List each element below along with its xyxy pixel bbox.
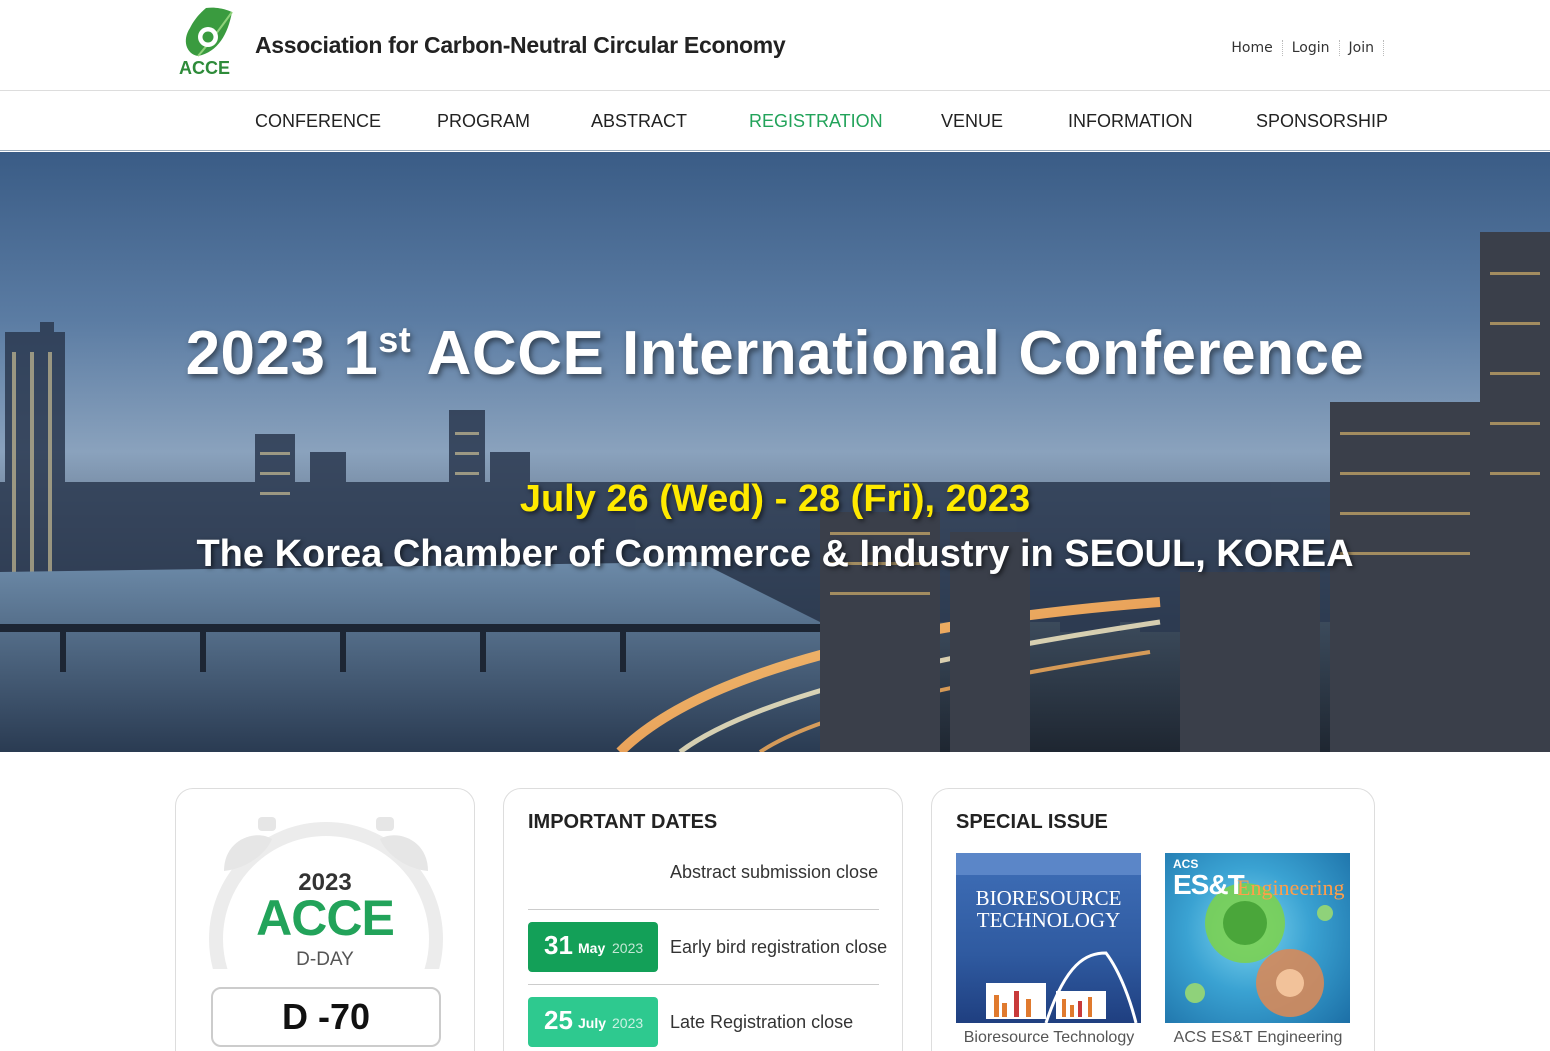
date-month: May: [578, 940, 606, 956]
date-year: 2023: [612, 1015, 644, 1031]
date-badge: 31 May 2023: [528, 922, 658, 972]
date-row-late[interactable]: 25 July 2023 Late Registration close: [528, 985, 879, 1051]
main-nav: CONFERENCE PROGRAM ABSTRACT REGISTRATION…: [0, 92, 1550, 151]
nav-information[interactable]: INFORMATION: [1068, 111, 1193, 132]
journal-name[interactable]: Bioresource Technology: [949, 1029, 1149, 1047]
cover-title: BIORESOURCE TECHNOLOGY: [956, 887, 1141, 931]
title-prefix: 2023 1: [185, 319, 379, 388]
login-link[interactable]: Login: [1283, 40, 1340, 56]
date-day: 25: [544, 1005, 573, 1035]
cover-est-label: ES&T: [1173, 869, 1245, 900]
date-month: July: [578, 1015, 607, 1031]
cover-title-line: BIORESOURCE: [975, 886, 1122, 910]
date-year: 2023: [612, 940, 644, 956]
date-row-early-bird[interactable]: 31 May 2023 Early bird registration clos…: [528, 910, 887, 985]
nav-registration[interactable]: REGISTRATION: [749, 111, 883, 132]
dday-card: 2023 ACCE D-DAY D -70: [175, 788, 475, 1051]
important-dates-card: IMPORTANT DATES Abstract submission clos…: [503, 788, 903, 1051]
home-link[interactable]: Home: [1222, 40, 1283, 56]
date-day: 31: [544, 930, 573, 960]
nav-conference[interactable]: CONFERENCE: [255, 111, 381, 132]
date-label: Early bird registration close: [670, 937, 888, 957]
journal-cover-acs[interactable]: ACS ES&T Engineering: [1165, 853, 1350, 1023]
hero-banner: 2023 1st ACCE International Conference J…: [0, 152, 1550, 752]
special-issue-heading: SPECIAL ISSUE: [956, 811, 1108, 833]
cover-engineering-label: Engineering: [1237, 875, 1345, 900]
dday-countdown: D -70: [211, 987, 441, 1047]
title-suffix: ACCE International Conference: [411, 319, 1365, 388]
top-bar: ACCE Association for Carbon-Neutral Circ…: [0, 0, 1550, 91]
journal-name[interactable]: ACS ES&T Engineering: [1158, 1029, 1358, 1047]
nav-sponsorship[interactable]: SPONSORSHIP: [1256, 111, 1388, 132]
acce-logo[interactable]: ACCE: [176, 4, 238, 80]
date-label: Abstract submission close: [670, 862, 879, 882]
nav-venue[interactable]: VENUE: [941, 111, 1003, 132]
join-link[interactable]: Join: [1340, 40, 1384, 56]
nav-program[interactable]: PROGRAM: [437, 111, 530, 132]
journal-cover-bioresource[interactable]: BIORESOURCE TECHNOLOGY: [956, 853, 1141, 1023]
special-issue-card: SPECIAL ISSUE BIORESOURCE TECHNOLOGY Bio…: [931, 788, 1375, 1051]
cover-graph-icon: [986, 951, 1138, 1023]
date-badge: 25 July 2023: [528, 997, 658, 1047]
utility-links: Home Login Join: [1222, 40, 1384, 56]
date-label: Late Registration close: [670, 1012, 854, 1032]
leaf-icon: [185, 7, 233, 57]
conference-title: 2023 1st ACCE International Conference: [0, 318, 1550, 389]
important-dates-heading: IMPORTANT DATES: [528, 811, 718, 833]
site-title[interactable]: Association for Carbon-Neutral Circular …: [255, 32, 786, 59]
date-row-abstract[interactable]: Abstract submission close: [528, 835, 879, 910]
dday-acce: ACCE: [256, 890, 395, 946]
conference-venue: The Korea Chamber of Commerce & Industry…: [196, 533, 1354, 575]
logo-text: ACCE: [179, 58, 231, 78]
title-ordinal: st: [378, 319, 412, 360]
dday-label: D-DAY: [296, 949, 354, 970]
cover-band: [956, 853, 1141, 875]
nav-abstract[interactable]: ABSTRACT: [591, 111, 687, 132]
cover-title-line: TECHNOLOGY: [976, 908, 1121, 932]
conference-date: July 26 (Wed) - 28 (Fri), 2023: [519, 478, 1031, 520]
city-skyline-image: [0, 232, 1550, 752]
